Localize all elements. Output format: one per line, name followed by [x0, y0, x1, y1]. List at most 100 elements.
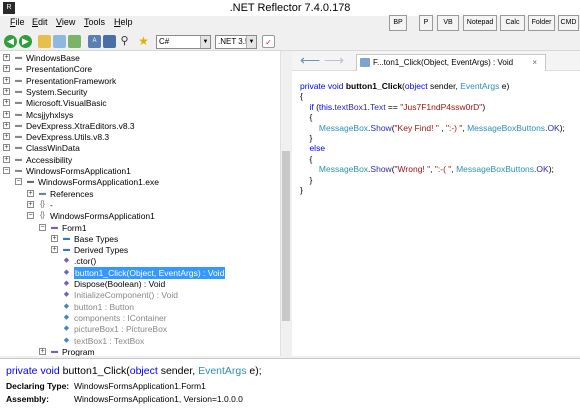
- refresh-icon[interactable]: [68, 35, 81, 48]
- code-token: {: [300, 91, 303, 102]
- expand-icon[interactable]: +: [3, 65, 10, 73]
- code-token: MessageBoxButtons: [456, 164, 535, 175]
- tree-item[interactable]: + ▬ DevExpress.Utils.v8.3: [0, 131, 280, 143]
- menu-tools[interactable]: Tools: [84, 17, 105, 27]
- expand-icon[interactable]: +: [3, 76, 10, 84]
- tree-item[interactable]: + ▬ Program: [0, 346, 280, 356]
- tree-item[interactable]: + ▬ WindowsBase: [0, 52, 280, 64]
- forward-icon[interactable]: ▶: [19, 35, 32, 48]
- notepad-button[interactable]: Notepad: [463, 15, 497, 31]
- nav-back-icon[interactable]: ⟵: [300, 53, 320, 68]
- collapse-icon[interactable]: −: [15, 178, 22, 186]
- tree-item-label: components : IContainer: [74, 312, 167, 323]
- tree-item[interactable]: + ▬ Derived Types: [0, 244, 280, 256]
- chevron-down-icon[interactable]: ▼: [200, 36, 210, 48]
- tree-item[interactable]: ◆ pictureBox1 : PictureBox: [0, 323, 280, 335]
- collapse-icon[interactable]: −: [39, 223, 46, 231]
- code-token: Show: [370, 122, 392, 133]
- menu-help[interactable]: Help: [114, 17, 133, 27]
- expand-icon[interactable]: +: [3, 121, 10, 129]
- tree-item[interactable]: ◆ components : IContainer: [0, 312, 280, 324]
- expand-icon[interactable]: +: [3, 133, 10, 141]
- p-button[interactable]: P: [419, 15, 433, 31]
- tree-item[interactable]: −{} WindowsFormsApplication1: [0, 210, 280, 222]
- tree-item[interactable]: + {} -: [0, 199, 280, 211]
- assembly-tree[interactable]: + ▬ WindowsBase + ▬ PresentationCore + ▬ Present…: [0, 51, 290, 356]
- expand-icon[interactable]: +: [3, 155, 10, 163]
- menu-file[interactable]: File: [10, 17, 25, 27]
- code-tab[interactable]: F...ton1_Click(Object, EventArgs) : Void…: [356, 54, 546, 71]
- collapse-icon[interactable]: −: [27, 212, 34, 220]
- disassemble-icon[interactable]: A: [88, 35, 101, 48]
- tree-item[interactable]: − ▬ WindowsFormsApplication1: [0, 165, 280, 177]
- assembly-icon: ▬: [15, 99, 22, 107]
- expand-icon[interactable]: +: [27, 200, 34, 208]
- tree-item[interactable]: + ▬ PresentationCore: [0, 63, 280, 75]
- collapse-icon[interactable]: −: [3, 167, 10, 174]
- tree-item[interactable]: + ▬ Mcsjjyhxlsys: [0, 109, 280, 121]
- tree-scrollbar[interactable]: [280, 51, 290, 356]
- tree-item-label: Accessibility: [26, 154, 73, 165]
- tree-item[interactable]: ◆ .ctor(): [0, 255, 280, 267]
- tree-item[interactable]: + ▬ DevExpress.XtraEditors.v8.3: [0, 120, 280, 132]
- method-icon: ◆: [63, 280, 70, 287]
- expand-icon[interactable]: +: [27, 189, 34, 197]
- open-folder-icon[interactable]: [38, 35, 51, 48]
- tree-scrollbar-thumb[interactable]: [282, 151, 290, 321]
- tree-item[interactable]: ◆ button1 : Button: [0, 301, 280, 313]
- nav-forward-icon[interactable]: ⟶: [324, 53, 344, 68]
- calc-button[interactable]: Calc: [500, 15, 525, 31]
- menu-edit[interactable]: Edit: [32, 17, 48, 27]
- expand-icon[interactable]: +: [3, 87, 10, 95]
- cmd-button[interactable]: CMD: [558, 15, 579, 31]
- tree-item[interactable]: − ▬ WindowsFormsApplication1.exe: [0, 176, 280, 188]
- tree-item-label: PresentationCore: [26, 64, 93, 75]
- menu-view[interactable]: View: [56, 17, 75, 27]
- options-icon[interactable]: ✓: [262, 35, 275, 48]
- base-types-icon: ▬: [63, 234, 70, 242]
- field-icon: ◆: [63, 302, 70, 310]
- code-token: {: [300, 153, 313, 164]
- expand-icon[interactable]: +: [3, 99, 10, 107]
- tree-item[interactable]: ◆ Dispose(Boolean) : Void: [0, 278, 280, 290]
- tree-item[interactable]: ◆ InitializeComponent() : Void: [0, 289, 280, 301]
- assembly-icon: ▬: [15, 144, 22, 152]
- expand-icon[interactable]: +: [3, 144, 10, 152]
- framework-select[interactable]: .NET 3.5 ▼: [215, 35, 257, 49]
- tree-item-label: System.Security: [26, 86, 88, 97]
- tree-item-label: DevExpress.XtraEditors.v8.3: [26, 120, 135, 131]
- language-select[interactable]: C# ▼: [156, 35, 211, 49]
- tree-item[interactable]: + ▬ Microsoft.VisualBasic: [0, 97, 280, 109]
- tree-item-label: DevExpress.Utils.v8.3: [26, 132, 110, 143]
- tree-item-label: References: [50, 188, 94, 199]
- assembly-label: Assembly:: [6, 394, 49, 404]
- tree-item[interactable]: ◆ button1_Click(Object, EventArgs) : Void: [0, 266, 280, 279]
- save-icon[interactable]: [53, 35, 66, 48]
- expand-icon[interactable]: +: [51, 234, 58, 242]
- analyzer-icon[interactable]: [103, 35, 116, 48]
- tree-item[interactable]: ◆ textBox1 : TextBox: [0, 335, 280, 347]
- search-icon[interactable]: ⚲: [118, 35, 131, 48]
- expand-icon[interactable]: +: [3, 110, 10, 118]
- expand-icon[interactable]: +: [3, 54, 10, 61]
- declaring-type-value[interactable]: WindowsFormsApplication1.Form1: [74, 381, 206, 391]
- tree-item[interactable]: + ▬ System.Security: [0, 86, 280, 98]
- tree-item[interactable]: + ▬ References: [0, 188, 280, 200]
- tree-item[interactable]: + ▬ Accessibility: [0, 154, 280, 166]
- tree-item[interactable]: + ▬ ClassWinData: [0, 142, 280, 154]
- code-token: MessageBox: [318, 122, 369, 133]
- close-icon[interactable]: ×: [532, 55, 537, 70]
- bp-button[interactable]: BP: [389, 15, 407, 31]
- back-icon[interactable]: ◀: [4, 35, 17, 48]
- tree-item[interactable]: + ▬ Base Types: [0, 233, 280, 245]
- expand-icon[interactable]: +: [51, 246, 58, 254]
- expand-icon[interactable]: +: [39, 347, 46, 355]
- tree-item[interactable]: − ▬ Form1: [0, 222, 280, 234]
- assembly-value[interactable]: WindowsFormsApplication1, Version=1.0.0.…: [74, 394, 243, 404]
- chevron-down-icon[interactable]: ▼: [246, 36, 256, 48]
- tree-item[interactable]: + ▬ PresentationFramework: [0, 75, 280, 87]
- folder-button[interactable]: Folder: [528, 15, 555, 31]
- vb-button[interactable]: VB: [437, 15, 459, 31]
- bookmark-star-icon[interactable]: ★: [137, 35, 150, 48]
- toolbar: ◀ ▶ A ⚲ ★ C# ▼ .NET 3.5 ▼ ✓: [0, 32, 580, 51]
